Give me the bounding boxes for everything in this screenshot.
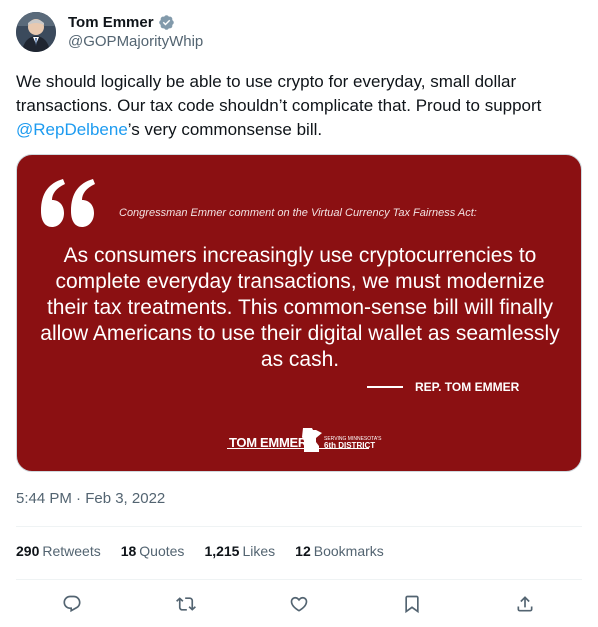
tweet-text-start: We should logically be able to use crypt…	[16, 72, 542, 115]
like-button[interactable]	[285, 590, 313, 618]
reply-icon	[63, 595, 81, 613]
tweet-timestamp[interactable]: 5:44 PM · Feb 3, 2022	[16, 490, 165, 507]
tweet-text: We should logically be able to use crypt…	[16, 70, 582, 142]
mention-link[interactable]: @RepDelbene	[16, 120, 128, 139]
tweet-header: Tom Emmer @GOPMajorityWhip	[16, 12, 582, 54]
quotes-stat[interactable]: 18 Quotes	[121, 543, 185, 559]
bookmark-icon	[405, 595, 419, 614]
action-bar	[16, 590, 582, 618]
share-icon	[517, 596, 533, 612]
image-caption: Congressman Emmer comment on the Virtual…	[119, 207, 477, 219]
minnesota-map-icon	[302, 428, 322, 452]
retweet-icon	[176, 597, 196, 611]
retweets-stat[interactable]: 290 Retweets	[16, 543, 101, 559]
tweet-image[interactable]: Congressman Emmer comment on the Virtual…	[16, 154, 582, 472]
bookmark-button[interactable]	[398, 590, 426, 618]
quote-mark-icon	[41, 179, 95, 227]
divider	[16, 579, 582, 580]
bookmarks-stat[interactable]: 12 Bookmarks	[295, 543, 384, 559]
divider	[16, 526, 582, 527]
tweet-stats: 290 Retweets 18 Quotes 1,215 Likes 12 Bookma…	[16, 543, 384, 559]
share-button[interactable]	[511, 590, 539, 618]
author-handle[interactable]: @GOPMajorityWhip	[68, 33, 203, 50]
avatar[interactable]	[16, 12, 56, 52]
author-name[interactable]: Tom Emmer	[68, 14, 154, 31]
likes-stat[interactable]: 1,215 Likes	[204, 543, 275, 559]
reply-button[interactable]	[58, 590, 86, 618]
verified-badge-icon	[158, 14, 174, 30]
attribution-dash	[367, 386, 403, 388]
retweet-button[interactable]	[172, 590, 200, 618]
like-icon	[290, 596, 308, 612]
image-attribution: REP. TOM EMMER	[415, 380, 520, 394]
logo-district: 6th DISTRICT	[324, 441, 376, 450]
image-quote: As consumers increasingly use cryptocurr…	[40, 244, 560, 371]
tweet-text-end: ’s very commonsense bill.	[127, 120, 323, 139]
